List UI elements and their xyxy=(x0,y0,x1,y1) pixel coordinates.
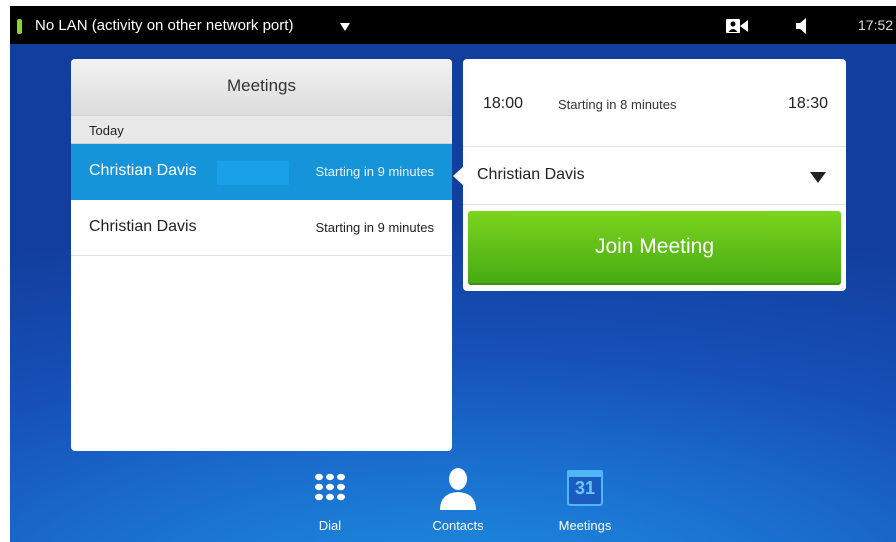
nav-contacts[interactable]: Contacts xyxy=(413,466,503,533)
camera-icon[interactable] xyxy=(726,18,748,38)
speaker-icon[interactable] xyxy=(796,18,810,38)
nav-meetings[interactable]: 31 Meetings xyxy=(540,466,630,533)
network-status-text[interactable]: No LAN (activity on other network port) xyxy=(35,17,293,34)
dialpad-icon xyxy=(285,466,375,510)
organizer-dropdown[interactable]: Christian Davis xyxy=(463,147,846,205)
meeting-list-item[interactable]: Christian Davis Starting in 9 minutes xyxy=(71,144,452,200)
nav-label: Meetings xyxy=(558,518,612,533)
relative-start: Starting in 8 minutes xyxy=(558,97,677,112)
end-time: 18:30 xyxy=(787,95,828,112)
clock: 17:52 xyxy=(858,17,894,33)
start-time: 18:00 xyxy=(483,95,524,112)
section-label-today: Today xyxy=(71,115,452,144)
person-icon xyxy=(413,466,503,510)
meeting-detail-panel: 18:00 Starting in 8 minutes 18:30 Christ… xyxy=(463,59,846,291)
meeting-status: Starting in 9 minutes xyxy=(315,220,434,235)
redacted-region xyxy=(217,161,289,185)
organizer-name: Christian Davis xyxy=(477,166,585,183)
meeting-name: Christian Davis xyxy=(89,218,197,235)
touch-panel-screen: No LAN (activity on other network port) … xyxy=(10,6,896,542)
meeting-list-item[interactable]: Christian Davis Starting in 9 minutes xyxy=(71,200,452,256)
network-status-led xyxy=(17,19,22,34)
calendar-date: 31 xyxy=(567,470,603,506)
calendar-icon: 31 xyxy=(540,466,630,510)
join-meeting-button[interactable]: Join Meeting xyxy=(468,211,841,285)
meeting-name: Christian Davis xyxy=(89,162,197,179)
chevron-down-icon[interactable] xyxy=(340,23,350,31)
chevron-down-icon[interactable] xyxy=(810,172,826,183)
meeting-time-row: 18:00 Starting in 8 minutes 18:30 xyxy=(463,59,846,147)
meetings-panel-title: Meetings xyxy=(71,59,452,115)
meeting-status: Starting in 9 minutes xyxy=(315,164,434,179)
nav-label: Contacts xyxy=(432,518,484,533)
status-bar: No LAN (activity on other network port) … xyxy=(10,6,896,44)
meetings-list-panel: Meetings Today Christian Davis Starting … xyxy=(71,59,452,451)
nav-label: Dial xyxy=(318,518,342,533)
nav-dial[interactable]: Dial xyxy=(285,466,375,533)
